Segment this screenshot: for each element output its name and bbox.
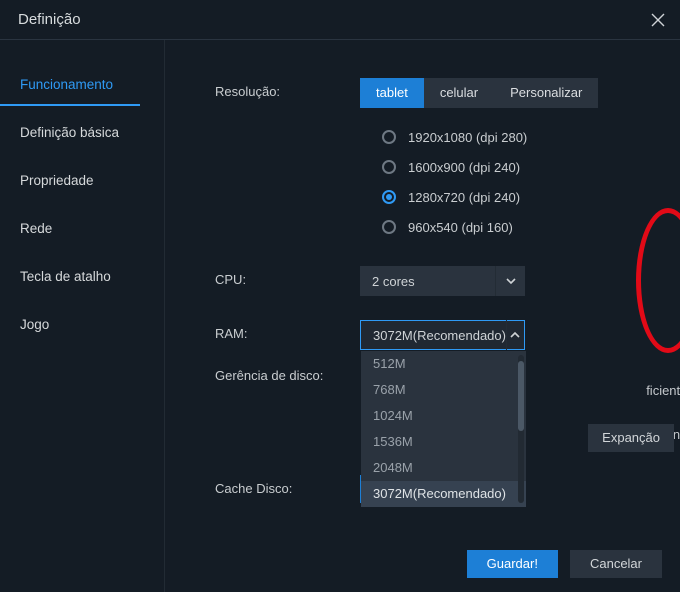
expand-button[interactable]: Expanção (588, 424, 674, 452)
sidebar-item-definicao-basica[interactable]: Definição básica (0, 112, 164, 154)
sidebar: Funcionamento Definição básica Proprieda… (0, 40, 165, 592)
label-resolution: Resolução: (215, 78, 360, 99)
radio-1600x900[interactable]: 1600x900 (dpi 240) (360, 152, 660, 182)
sidebar-item-tecla-atalho[interactable]: Tecla de atalho (0, 256, 164, 298)
window-title: Definição (18, 11, 81, 28)
radio-label: 960x540 (dpi 160) (408, 220, 513, 235)
label-disk-mgmt: Gerência de disco: (215, 362, 360, 383)
radio-1280x720[interactable]: 1280x720 (dpi 240) (360, 182, 660, 212)
cpu-select-value: 2 cores (372, 274, 415, 289)
radio-label: 1600x900 (dpi 240) (408, 160, 520, 175)
sidebar-item-propriedade[interactable]: Propriedade (0, 160, 164, 202)
save-button[interactable]: Guardar! (467, 550, 558, 578)
label-cache-disk: Cache Disco: (215, 475, 360, 496)
settings-panel: Resolução: tablet celular Personalizar 1… (165, 40, 680, 592)
radio-label: 1280x720 (dpi 240) (408, 190, 520, 205)
ram-option-3072m[interactable]: 3072M(Recomendado) (361, 481, 526, 507)
ram-option-2048m[interactable]: 2048M (361, 455, 526, 481)
tab-celular[interactable]: celular (424, 78, 494, 108)
ram-option-768m[interactable]: 768M (361, 377, 526, 403)
ram-select-value: 3072M(Recomendado) (373, 328, 506, 343)
radio-1920x1080[interactable]: 1920x1080 (dpi 280) (360, 122, 660, 152)
scrollbar-thumb[interactable] (518, 361, 524, 431)
dropdown-scrollbar[interactable] (518, 355, 524, 503)
ram-option-1024m[interactable]: 1024M (361, 403, 526, 429)
radio-icon (382, 220, 396, 234)
radio-icon (382, 160, 396, 174)
chevron-up-icon (506, 320, 524, 350)
tab-tablet[interactable]: tablet (360, 78, 424, 108)
chevron-down-icon (495, 266, 525, 296)
sidebar-item-funcionamento[interactable]: Funcionamento (0, 64, 140, 106)
resolution-tabs: tablet celular Personalizar (360, 78, 660, 108)
sidebar-item-jogo[interactable]: Jogo (0, 304, 164, 346)
radio-icon (382, 130, 396, 144)
radio-960x540[interactable]: 960x540 (dpi 160) (360, 212, 660, 242)
resolution-options: 1920x1080 (dpi 280) 1600x900 (dpi 240) 1… (360, 122, 660, 242)
ram-dropdown: 512M 768M 1024M 1536M 2048M 3072M(Recome… (361, 351, 526, 507)
ram-option-1536m[interactable]: 1536M (361, 429, 526, 455)
ram-option-512m[interactable]: 512M (361, 351, 526, 377)
radio-icon (382, 190, 396, 204)
label-cpu: CPU: (215, 266, 360, 287)
cpu-select[interactable]: 2 cores (360, 266, 525, 296)
cancel-button[interactable]: Cancelar (570, 550, 662, 578)
ram-select[interactable]: 3072M(Recomendado) 512M 768M 1024M 1536M… (360, 320, 525, 350)
sidebar-item-rede[interactable]: Rede (0, 208, 164, 250)
radio-label: 1920x1080 (dpi 280) (408, 130, 527, 145)
tab-personalizar[interactable]: Personalizar (494, 78, 598, 108)
label-ram: RAM: (215, 320, 360, 341)
close-icon[interactable] (650, 12, 666, 28)
